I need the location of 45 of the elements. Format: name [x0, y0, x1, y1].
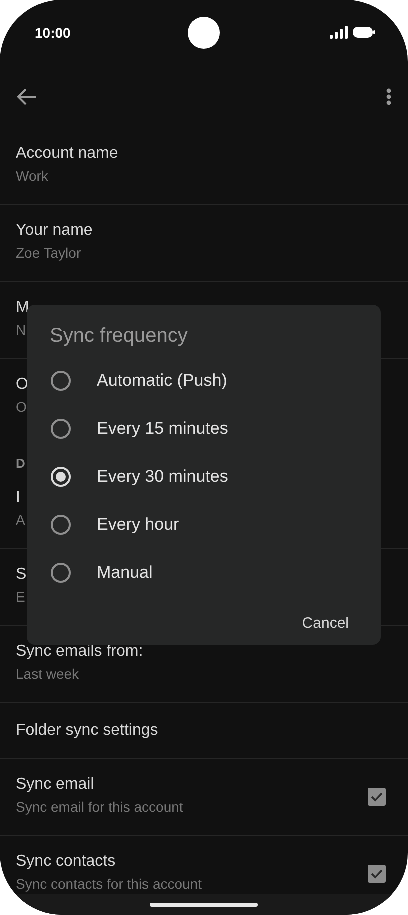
setting-title[interactable]: Folder sync settings — [16, 722, 158, 740]
radio-button[interactable] — [51, 515, 71, 535]
checkbox[interactable] — [368, 865, 386, 883]
setting-title[interactable]: Sync contacts — [16, 853, 202, 871]
setting-summary: A — [16, 512, 26, 528]
setting-title[interactable]: M — [16, 299, 30, 317]
radio-button[interactable] — [51, 563, 71, 583]
status-icons — [330, 26, 376, 40]
back-arrow-icon — [17, 88, 37, 106]
dialog-title: Sync frequency — [50, 325, 189, 349]
setting-summary: O — [16, 399, 28, 415]
setting-summary: Last week — [16, 666, 80, 682]
option-label: Every 30 minutes — [97, 467, 228, 487]
option-label: Automatic (Push) — [97, 371, 228, 391]
radio-option[interactable]: Every hour — [27, 501, 381, 549]
back-button[interactable] — [17, 88, 37, 106]
more-options-button[interactable] — [386, 88, 392, 106]
setting-summary: Sync contacts for this account — [16, 876, 202, 892]
section-header: D — [16, 456, 26, 471]
camera-cutout — [188, 17, 220, 49]
radio-button[interactable] — [51, 419, 71, 439]
option-label: Every 15 minutes — [97, 419, 228, 439]
setting-title[interactable]: Account name — [16, 145, 118, 163]
radio-button[interactable] — [51, 371, 71, 391]
radio-option[interactable]: Manual — [27, 549, 381, 597]
status-time: 10:00 — [35, 25, 71, 41]
option-label: Manual — [97, 563, 153, 583]
setting-title[interactable]: Sync emails from: — [16, 643, 144, 661]
setting-summary: Work — [16, 168, 50, 184]
checkbox[interactable] — [368, 788, 386, 806]
home-indicator[interactable] — [150, 902, 258, 906]
setting-title[interactable]: Sync email — [16, 776, 184, 794]
cancel-button[interactable]: Cancel — [292, 607, 359, 640]
setting-title[interactable]: I — [16, 489, 26, 507]
setting-summary: Zoe Taylor — [16, 245, 82, 261]
setting-summary: Sync email for this account — [16, 799, 184, 815]
more-vertical-icon — [386, 88, 392, 106]
radio-option[interactable]: Automatic (Push) — [27, 357, 381, 405]
radio-option[interactable]: Every 15 minutes — [27, 405, 381, 453]
setting-summary: N — [16, 322, 28, 338]
setting-summary: E — [16, 589, 26, 605]
setting-title[interactable]: Your name — [16, 222, 93, 240]
option-label: Every hour — [97, 515, 180, 535]
radio-option[interactable]: Every 30 minutes — [27, 453, 381, 501]
setting-title[interactable]: S — [16, 566, 27, 584]
